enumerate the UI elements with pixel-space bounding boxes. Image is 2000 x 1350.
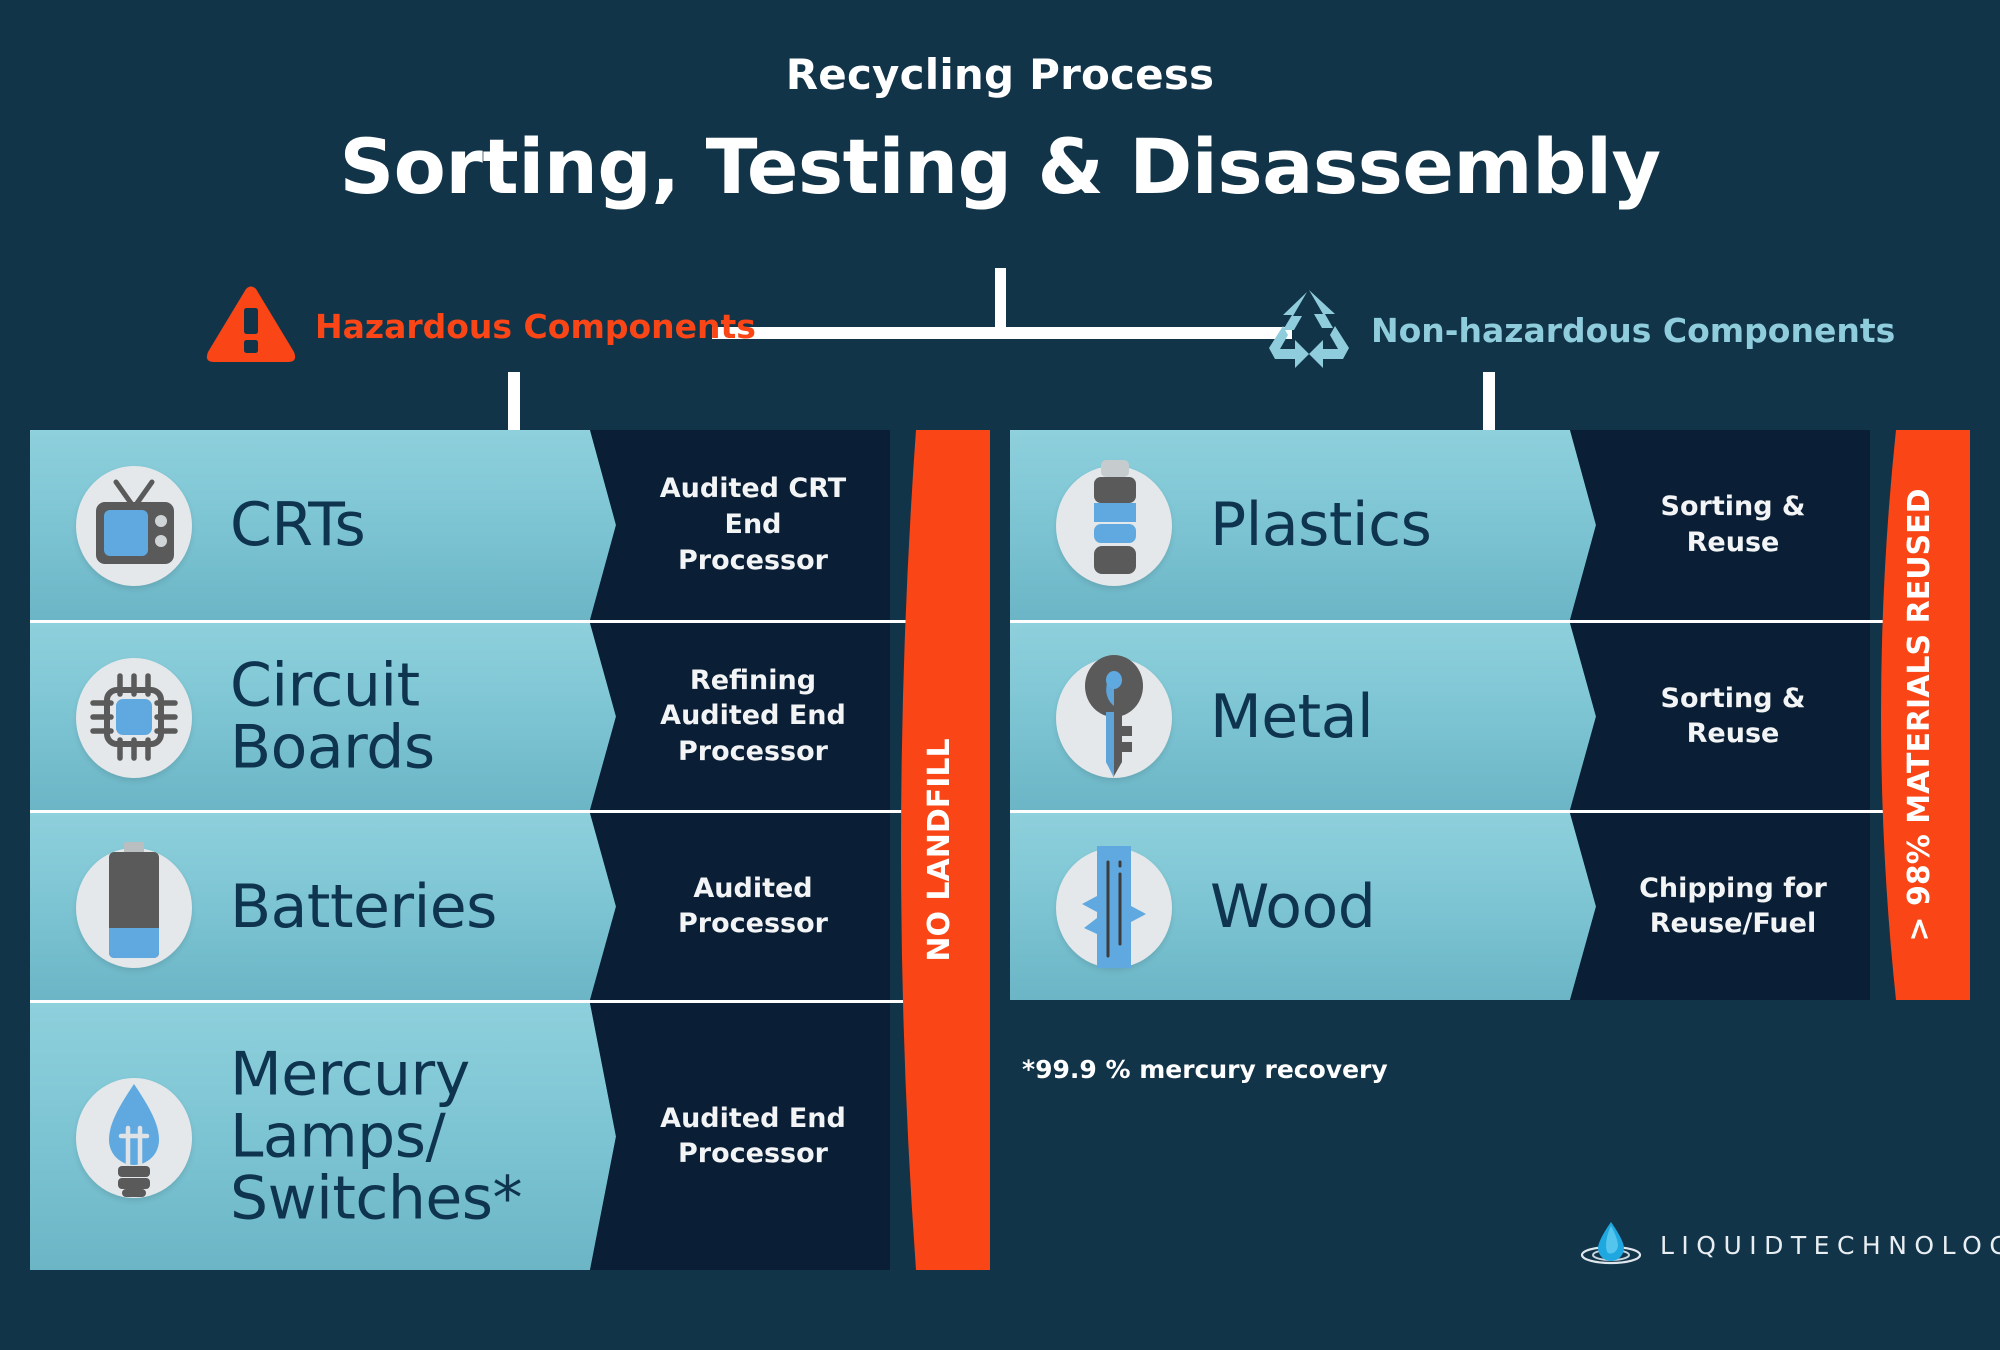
highlight-strip: NO LANDFILL bbox=[890, 430, 990, 1270]
connector-down-right bbox=[1483, 372, 1495, 432]
plastic-bottle-icon bbox=[1056, 458, 1172, 592]
logo-wordmark: LIQUIDTECHNOLOGY bbox=[1660, 1230, 2000, 1260]
brand-logo: LIQUIDTECHNOLOGY bbox=[1580, 1218, 2000, 1272]
component-row[interactable]: Mercury Lamps/Switches* Audited End Process… bbox=[30, 1000, 990, 1270]
component-row[interactable]: Batteries Audited Processor bbox=[30, 810, 990, 1000]
footnote-text: *99.9 % mercury recovery bbox=[1022, 1055, 1388, 1084]
connector-horizontal-bar bbox=[712, 327, 1292, 339]
highlight-strip: > 98% MATERIALS REUSED bbox=[1870, 430, 1970, 1000]
component-name-label: Batteries bbox=[230, 871, 497, 942]
component-name-label: Plastics bbox=[1210, 489, 1432, 560]
process-label-wrap: Audited End Processor bbox=[624, 1003, 882, 1270]
component-row[interactable]: Wood Chipping for Reuse/Fuel bbox=[1010, 810, 1970, 1000]
component-name-label: Wood bbox=[1210, 871, 1376, 942]
kicker-text: Recycling Process bbox=[785, 50, 1215, 99]
non-hazardous-panel: Plastics Sorting & Reuse Metal Sorting & Reu… bbox=[1010, 430, 1970, 1000]
recycle-icon bbox=[1265, 288, 1353, 372]
connector-down-left bbox=[508, 372, 520, 432]
process-label-wrap: Sorting & Reuse bbox=[1604, 430, 1862, 620]
category-hazardous: Hazardous Components bbox=[205, 286, 756, 364]
page-title: Sorting, Testing & Disassembly bbox=[339, 122, 1661, 211]
category-hazardous-label: Hazardous Components bbox=[315, 306, 756, 346]
process-label: Audited Processor bbox=[678, 872, 828, 940]
highlight-strip-label: > 98% MATERIALS REUSED bbox=[1902, 488, 1937, 942]
process-label: Audited CRT End Processor bbox=[659, 473, 847, 576]
category-non-hazardous-label: Non-hazardous Components bbox=[1371, 310, 1896, 350]
process-label-wrap: Chipping for Reuse/Fuel bbox=[1604, 813, 1862, 1000]
process-label-wrap: Refining Audited End Processor bbox=[624, 623, 882, 810]
process-label: Sorting & Reuse bbox=[1660, 682, 1806, 750]
process-label-wrap: Sorting & Reuse bbox=[1604, 623, 1862, 810]
process-label: Refining Audited End Processor bbox=[660, 664, 846, 768]
microchip-icon bbox=[76, 650, 192, 784]
component-name-label: Mercury Lamps/Switches* bbox=[230, 1038, 523, 1234]
process-label: Audited End Processor bbox=[660, 1102, 846, 1170]
process-label: Sorting & Reuse bbox=[1660, 491, 1806, 558]
component-name-label: Metal bbox=[1210, 681, 1374, 752]
component-row[interactable]: Plastics Sorting & Reuse bbox=[1010, 430, 1970, 620]
process-label-wrap: Audited CRT End Processor bbox=[624, 430, 882, 620]
process-label-wrap: Audited Processor bbox=[624, 813, 882, 1000]
hazardous-panel: CRTs Audited CRT End Processor Circuit Board… bbox=[30, 430, 990, 1270]
battery-icon bbox=[76, 840, 192, 974]
component-row[interactable]: CRTs Audited CRT End Processor bbox=[30, 430, 990, 620]
component-name-label: CRTs bbox=[230, 489, 366, 560]
process-label: Chipping for Reuse/Fuel bbox=[1639, 872, 1827, 940]
wood-plank-icon bbox=[1056, 840, 1172, 974]
key-icon bbox=[1056, 650, 1172, 784]
light-bulb-icon bbox=[76, 1070, 192, 1204]
connector-stem-up bbox=[995, 268, 1006, 330]
component-name-label: Circuit Boards bbox=[230, 650, 435, 783]
infographic-canvas: Recycling Process Sorting, Testing & Dis… bbox=[0, 0, 2000, 1350]
component-row[interactable]: Circuit Boards Refining Audited End Processo… bbox=[30, 620, 990, 810]
crt-television-icon bbox=[76, 458, 192, 592]
highlight-strip-label: NO LANDFILL bbox=[922, 738, 957, 962]
water-drop-icon bbox=[1580, 1218, 1642, 1272]
warning-triangle-icon bbox=[205, 284, 297, 364]
component-row[interactable]: Metal Sorting & Reuse bbox=[1010, 620, 1970, 810]
category-non-hazardous: Non-hazardous Components bbox=[1265, 288, 1895, 372]
